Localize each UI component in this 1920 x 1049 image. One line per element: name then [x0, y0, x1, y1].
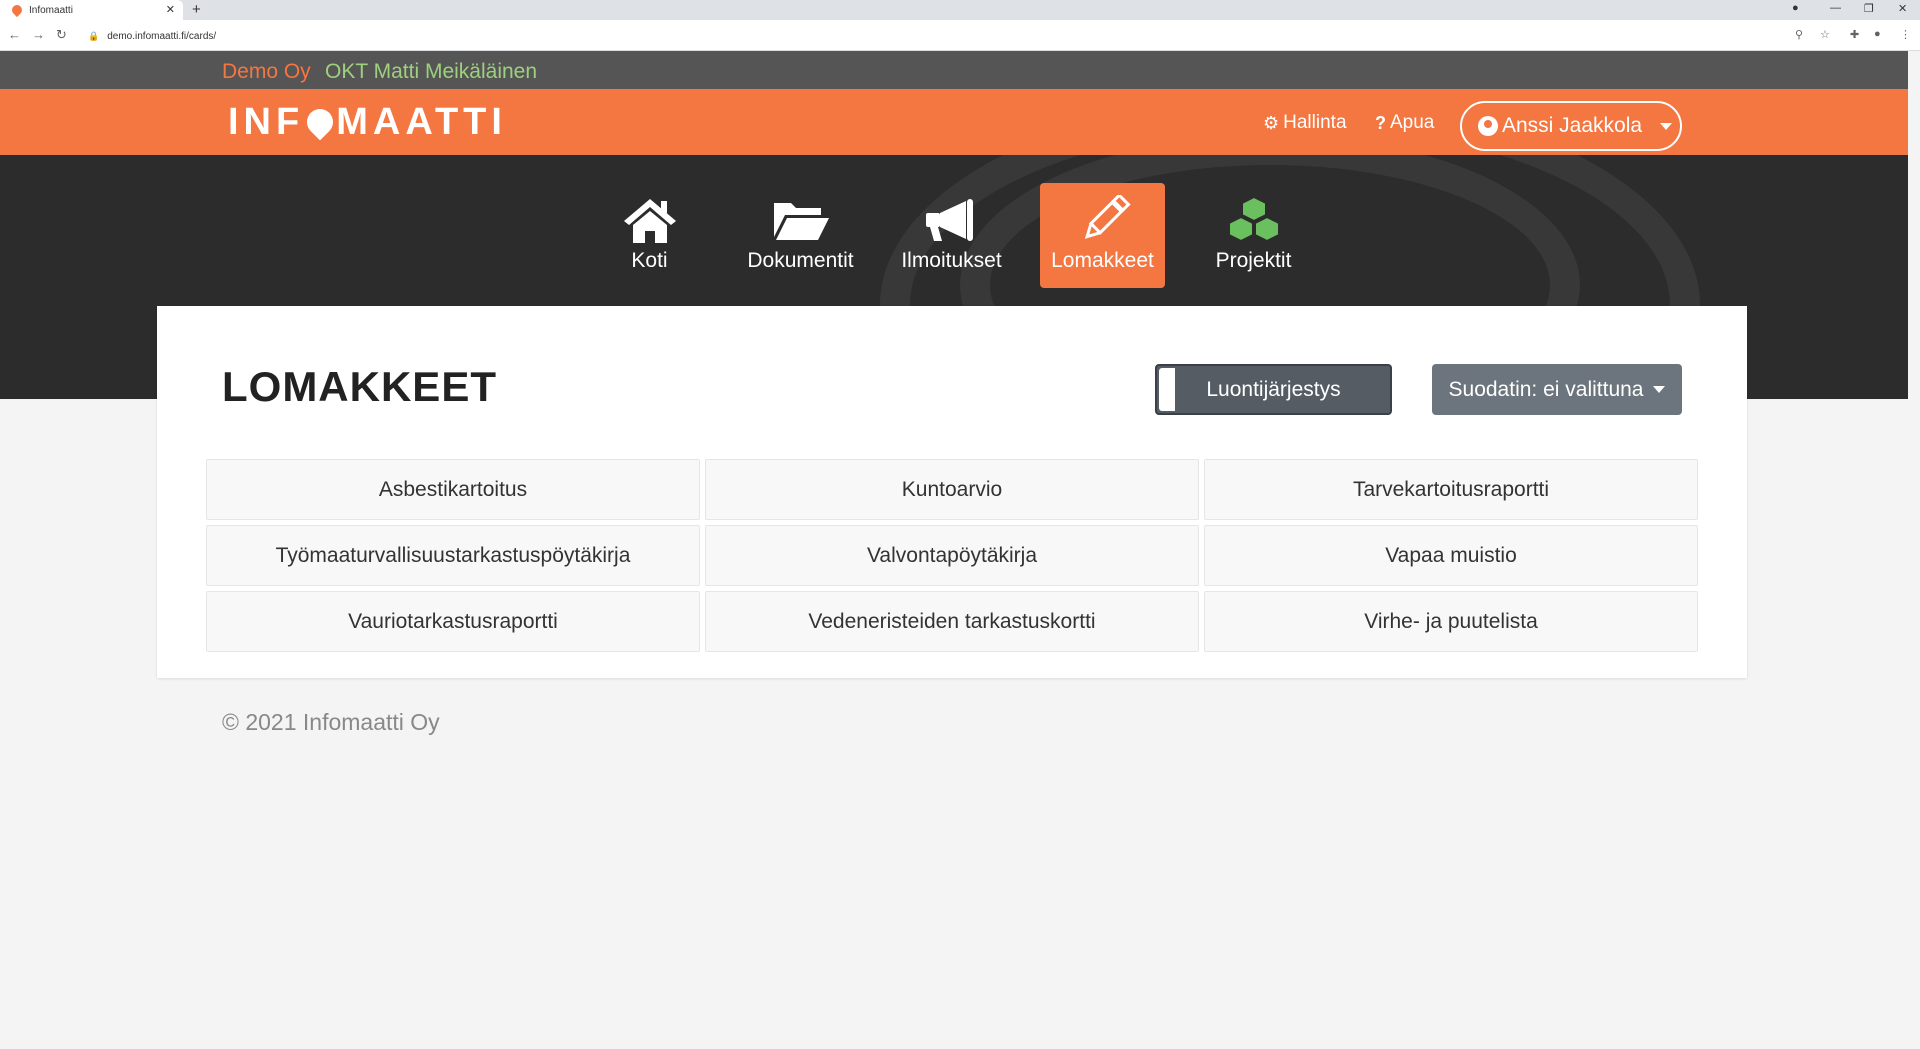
help-label: Apua	[1390, 112, 1435, 133]
minimize-icon[interactable]: —	[1830, 2, 1841, 14]
user-name: Anssi Jaakkola	[1502, 114, 1643, 137]
browser-tab[interactable]: Infomaatti ✕	[0, 0, 183, 20]
form-card[interactable]: Virhe- ja puutelista	[1204, 591, 1698, 652]
back-icon[interactable]: ←	[8, 27, 21, 42]
url-text: demo.infomaatti.fi/cards/	[107, 30, 217, 42]
help-link[interactable]: ? Apua	[1375, 112, 1434, 134]
building-name[interactable]: OKT Matti Meikäläinen	[325, 60, 537, 84]
browser-tabbar: Infomaatti ✕ + ● — ❐ ✕	[0, 0, 1920, 20]
admin-link[interactable]: ⚙ Hallinta	[1263, 112, 1347, 134]
pencil-icon	[1084, 195, 1131, 239]
extensions-icon[interactable]: ✚	[1850, 28, 1859, 41]
form-card[interactable]: Valvontapöytäkirja	[705, 525, 1199, 586]
user-circle-icon	[1478, 116, 1498, 136]
form-card[interactable]: Kuntoarvio	[705, 459, 1199, 520]
company-bar: Demo Oy OKT Matti Meikäläinen	[0, 51, 1908, 89]
restore-icon[interactable]: ❐	[1864, 2, 1874, 15]
folder-icon	[773, 203, 829, 240]
nav-label-lomakkeet: Lomakkeet	[1051, 249, 1154, 272]
nav-item-ilmoitukset[interactable]: Ilmoitukset	[889, 183, 1014, 288]
form-card[interactable]: Vauriotarkastusraportti	[206, 591, 700, 652]
favicon-icon	[9, 2, 25, 18]
nav-label-dokumentit: Dokumentit	[747, 249, 854, 272]
forward-icon[interactable]: →	[32, 27, 45, 42]
infomaatti-logo[interactable]: INF MAATTI	[228, 101, 507, 144]
nav-item-lomakkeet[interactable]: Lomakkeet	[1040, 183, 1165, 288]
nav-label-ilmoitukset: Ilmoitukset	[901, 249, 1002, 272]
form-card[interactable]: Asbestikartoitus	[206, 459, 700, 520]
question-icon: ?	[1375, 112, 1386, 133]
nav-label-projektit: Projektit	[1215, 249, 1292, 272]
profile-menu-icon[interactable]: ●	[1792, 2, 1799, 14]
form-card[interactable]: Vedeneristeiden tarkastuskortti	[705, 591, 1199, 652]
sort-toggle-button[interactable]: Luontijärjestys	[1155, 364, 1392, 415]
nav-item-koti[interactable]: Koti	[587, 183, 712, 288]
bookmark-star-icon[interactable]: ☆	[1820, 28, 1830, 41]
form-card[interactable]: Työmaaturvallisuustarkastuspöytäkirja	[206, 525, 700, 586]
browser-menu-icon[interactable]: ⋮	[1900, 28, 1911, 41]
sort-label: Luontijärjestys	[1206, 377, 1341, 401]
tab-title: Infomaatti	[29, 4, 73, 16]
filter-label: Suodatin: ei valittuna	[1448, 377, 1644, 401]
logo-pin-icon	[301, 103, 339, 141]
logo-text-start: INF	[228, 101, 305, 143]
address-bar-row: ← → ↻ 🔒 demo.infomaatti.fi/cards/ ⚲ ☆ ✚ …	[0, 20, 1920, 51]
forms-grid: Asbestikartoitus Kuntoarvio Tarvekartoit…	[206, 459, 1706, 652]
reload-icon[interactable]: ↻	[56, 27, 67, 43]
gear-icon: ⚙	[1263, 112, 1280, 133]
form-card[interactable]: Tarvekartoitusraportti	[1204, 459, 1698, 520]
close-window-icon[interactable]: ✕	[1898, 2, 1907, 15]
chevron-down-icon	[1660, 122, 1673, 130]
zoom-icon[interactable]: ⚲	[1795, 28, 1803, 41]
logo-text-end: MAATTI	[336, 101, 507, 143]
user-menu-button[interactable]: Anssi Jaakkola	[1460, 101, 1682, 151]
nav-label-koti: Koti	[631, 249, 668, 272]
nav-item-projektit[interactable]: Projektit	[1191, 183, 1316, 288]
megaphone-icon	[925, 199, 973, 241]
close-tab-icon[interactable]: ✕	[166, 3, 175, 16]
cubes-icon	[1227, 195, 1280, 243]
new-tab-icon[interactable]: +	[192, 1, 201, 18]
app-header: INF MAATTI ⚙ Hallinta ? Apua Anssi Jaakko…	[0, 89, 1908, 155]
footer-copyright: © 2021 Infomaatti Oy	[222, 709, 440, 735]
nav-item-dokumentit[interactable]: Dokumentit	[738, 183, 863, 288]
chevron-down-icon	[1653, 386, 1666, 393]
toggle-switch[interactable]	[1159, 368, 1175, 411]
admin-label: Hallinta	[1283, 112, 1347, 133]
lock-icon: 🔒	[88, 30, 100, 41]
profile-avatar-icon[interactable]: ●	[1874, 28, 1881, 40]
home-icon	[623, 199, 676, 243]
form-card[interactable]: Vapaa muistio	[1204, 525, 1698, 586]
company-name[interactable]: Demo Oy	[222, 60, 311, 84]
forms-card: LOMAKKEET Luontijärjestys Suodatin: ei v…	[157, 306, 1747, 678]
filter-dropdown[interactable]: Suodatin: ei valittuna	[1432, 364, 1682, 415]
url-field[interactable]: 🔒 demo.infomaatti.fi/cards/	[80, 25, 1820, 47]
page-title: LOMAKKEET	[222, 363, 497, 410]
